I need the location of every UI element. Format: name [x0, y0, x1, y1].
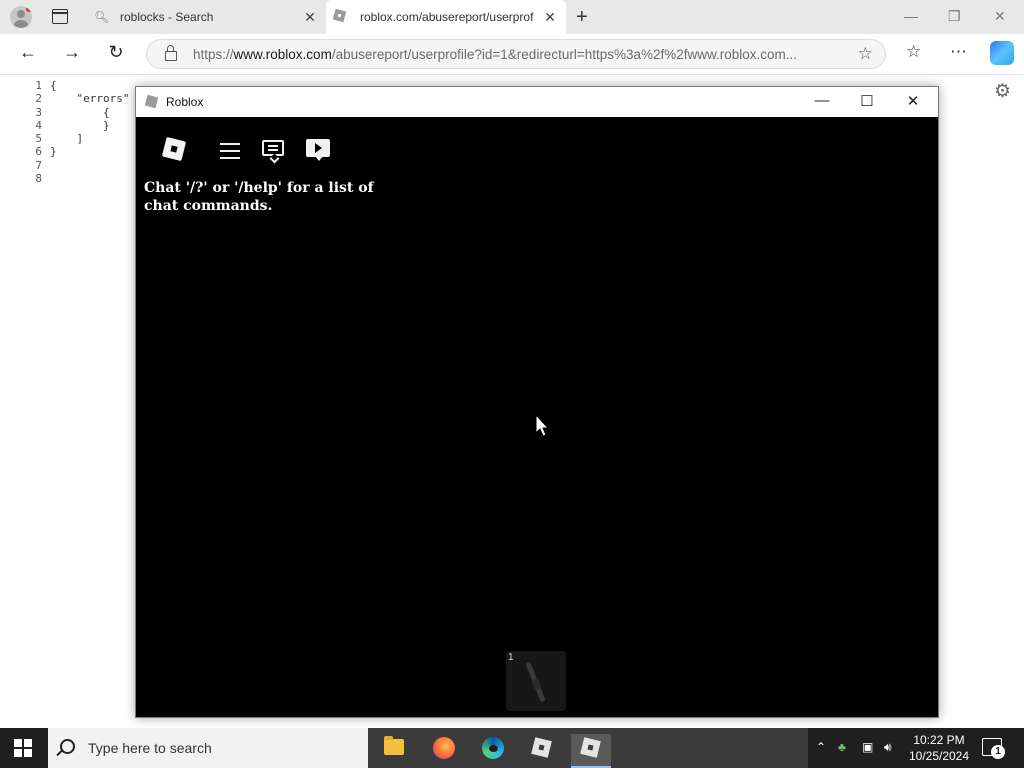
- settings-gear-icon[interactable]: ⚙: [994, 80, 1011, 103]
- favorites-icon[interactable]: ☆: [906, 42, 921, 62]
- roblox-favicon-icon: [332, 8, 350, 24]
- show-hidden-icons-icon[interactable]: ⌃: [816, 740, 826, 754]
- volume-icon[interactable]: 🔊︎: [884, 740, 892, 755]
- favorite-star-icon[interactable]: ☆: [858, 44, 873, 64]
- clock-date: 10/25/2024: [908, 749, 970, 763]
- roblox-app-icon: [144, 94, 159, 109]
- json-response-text: { "errors" { } ]}: [50, 79, 130, 159]
- clock-time: 10:22 PM: [913, 733, 965, 747]
- close-tab-icon[interactable]: ✕: [302, 9, 318, 26]
- roblox-player-icon[interactable]: [571, 734, 611, 768]
- game-viewport[interactable]: Chat '/?' or '/help' for a list of chat …: [136, 117, 938, 717]
- tab-abuse-report[interactable]: roblox.com/abusereport/userprof ✕: [326, 0, 566, 34]
- close-window-icon[interactable]: ✕: [994, 8, 1006, 25]
- line-number-gutter: 12345678: [35, 79, 42, 186]
- maximize-icon[interactable]: ☐: [857, 92, 877, 110]
- more-menu-icon[interactable]: ⋯: [950, 42, 967, 62]
- tab-search[interactable]: 🔍︎ roblocks - Search ✕: [86, 0, 327, 34]
- taskbar-apps: [368, 728, 808, 768]
- close-tab-icon[interactable]: ✕: [542, 9, 558, 26]
- emotes-icon[interactable]: [306, 139, 330, 161]
- roblox-game-window[interactable]: Roblox — ☐ ✕ Chat '/?' or '/help' for a …: [135, 86, 939, 718]
- chat-toggle-icon[interactable]: [262, 140, 284, 156]
- browser-tab-strip: 🔍︎ roblocks - Search ✕ roblox.com/abuser…: [0, 0, 1024, 34]
- file-explorer-icon[interactable]: [374, 734, 414, 768]
- minimize-icon[interactable]: —: [904, 8, 918, 24]
- system-clock[interactable]: 10:22 PM 10/25/2024: [906, 732, 972, 764]
- slot-number: 1: [508, 652, 514, 663]
- browser-toolbar: ← → ↻ https://www.roblox.com/abusereport…: [0, 34, 1024, 75]
- tab-title: roblox.com/abusereport/userprof: [360, 10, 534, 24]
- windows-start-icon[interactable]: [14, 739, 32, 757]
- network-icon[interactable]: ▣: [862, 740, 873, 754]
- hotbar-slot[interactable]: 1: [506, 651, 566, 711]
- hamburger-menu-icon[interactable]: [220, 143, 240, 164]
- roblox-title-bar[interactable]: Roblox — ☐ ✕: [136, 87, 938, 117]
- firefox-icon[interactable]: [424, 734, 464, 768]
- edge-icon[interactable]: [473, 734, 513, 768]
- chat-system-message: Chat '/?' or '/help' for a list of chat …: [144, 180, 374, 214]
- close-window-icon[interactable]: ✕: [903, 92, 923, 110]
- lock-icon[interactable]: [165, 45, 177, 61]
- new-tab-button[interactable]: +: [576, 6, 588, 29]
- minimize-icon[interactable]: —: [812, 92, 832, 109]
- forward-arrow-icon[interactable]: →: [60, 42, 84, 63]
- profile-avatar[interactable]: [10, 6, 32, 28]
- tab-actions-icon[interactable]: [52, 9, 68, 24]
- notification-center-icon[interactable]: 1: [982, 738, 1005, 759]
- address-bar[interactable]: https://www.roblox.com/abusereport/userp…: [146, 39, 886, 69]
- window-title: Roblox: [166, 95, 204, 109]
- copilot-icon[interactable]: [990, 41, 1014, 65]
- back-arrow-icon[interactable]: ←: [16, 42, 40, 63]
- tool-item-icon: [525, 661, 546, 703]
- roblox-studio-icon[interactable]: [522, 734, 562, 768]
- search-icon: [60, 739, 75, 754]
- search-icon: 🔍︎: [94, 10, 110, 24]
- search-placeholder: Type here to search: [88, 740, 212, 756]
- windows-taskbar: Type here to search ⌃ ♣ ▣ 🔊︎ 10:22 PM 10…: [0, 728, 1024, 768]
- tray-app-icon[interactable]: ♣: [838, 740, 846, 754]
- roblox-menu-logo-icon[interactable]: [161, 136, 187, 162]
- url-text[interactable]: https://www.roblox.com/abusereport/userp…: [193, 47, 843, 62]
- taskbar-search-box[interactable]: Type here to search: [48, 728, 368, 768]
- restore-icon[interactable]: ❐: [948, 8, 961, 25]
- mouse-cursor-icon: [535, 414, 550, 437]
- notification-count: 1: [991, 745, 1005, 759]
- tab-title: roblocks - Search: [120, 10, 214, 24]
- refresh-icon[interactable]: ↻: [104, 42, 128, 63]
